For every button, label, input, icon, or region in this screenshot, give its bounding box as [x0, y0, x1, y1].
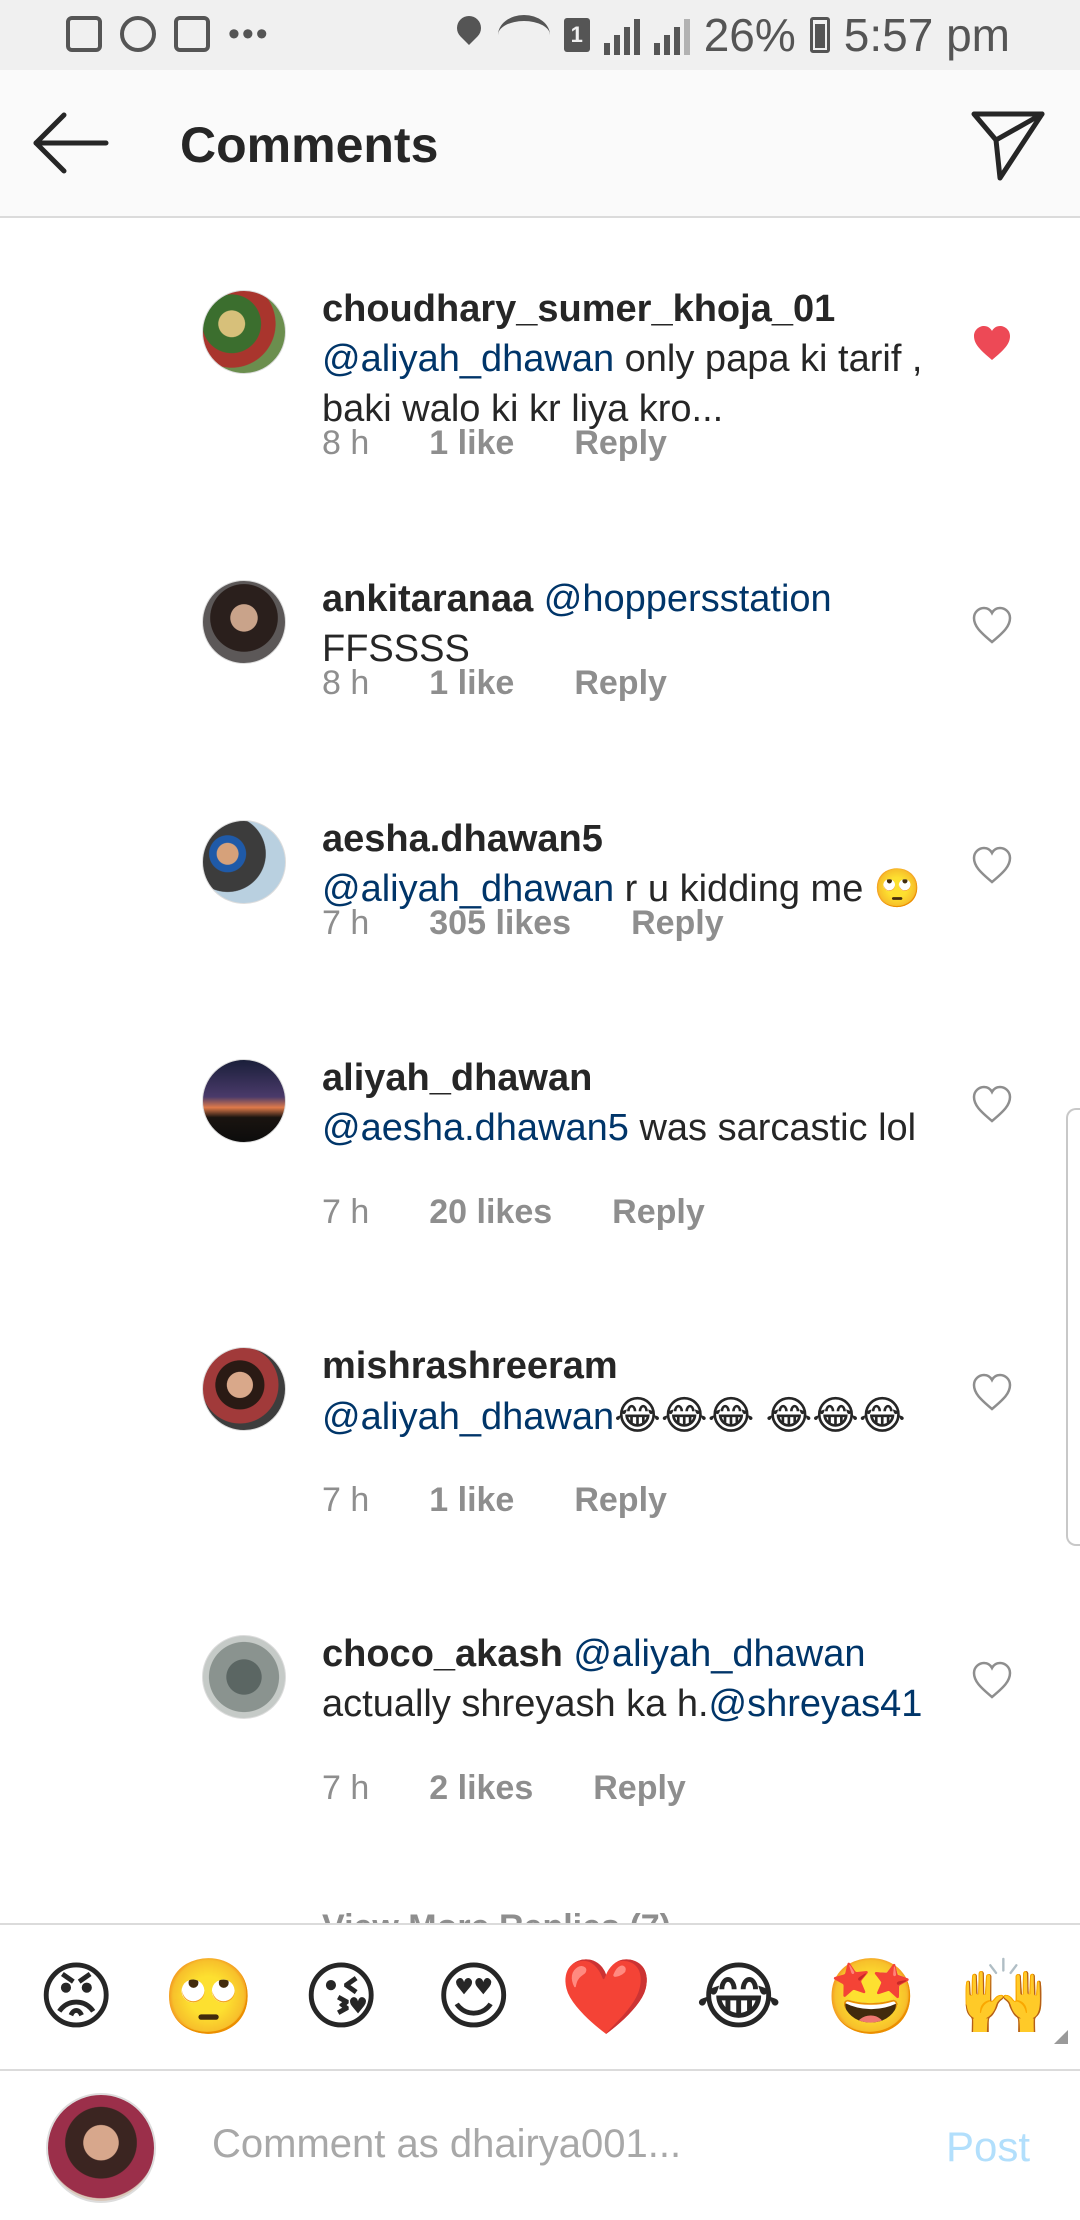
view-more-replies-button[interactable]: View More Replies (7)	[322, 1908, 671, 1923]
clock: 5:57 pm	[843, 9, 1010, 61]
heart-outline-icon[interactable]	[972, 1661, 1012, 1701]
emoji-quick-bar: 😡 🙄 😘 😍 ❤️ 😂 🤩 🙌	[0, 1923, 1080, 2069]
comment-content: was sarcastic lol	[628, 1107, 917, 1149]
avatar[interactable]	[202, 580, 286, 664]
scrollbar[interactable]	[1066, 1108, 1080, 1546]
raised-hands-emoji-button[interactable]: 🙌	[954, 1952, 1054, 2042]
notification-icons: •••	[66, 16, 270, 52]
page-title: Comments	[180, 117, 439, 173]
comment-likes[interactable]: 1 like	[429, 424, 514, 463]
more-notifications-icon: •••	[228, 15, 270, 53]
eye-roll-emoji-button[interactable]: 🙄	[159, 1952, 259, 2042]
comment-meta: 7 h 1 like Reply	[322, 1481, 667, 1520]
whatsapp-icon	[120, 16, 156, 52]
comment-time: 7 h	[322, 1481, 370, 1519]
battery-percent: 26%	[703, 9, 796, 61]
system-icons: 1 26% 5:57 pm	[454, 8, 1010, 62]
comment-mention[interactable]: @hoppersstation	[544, 578, 832, 620]
resize-handle-icon	[1054, 2030, 1068, 2044]
comment-text: aliyah_dhawan @aesha.dhawan5 was sarcast…	[322, 1053, 942, 1153]
battery-icon	[809, 17, 830, 53]
comment-text: ankitaranaa @hoppersstation FFSSSS	[322, 574, 942, 674]
wifi-icon	[497, 15, 550, 55]
gallery-icon	[66, 16, 102, 52]
comment-meta: 7 h 305 likes Reply	[322, 904, 724, 943]
comment-mention[interactable]: @aliyah_dhawan	[322, 338, 614, 380]
comment-username[interactable]: aesha.dhawan5	[322, 818, 603, 860]
comment-time: 7 h	[322, 1769, 370, 1807]
comment-meta: 8 h 1 like Reply	[322, 424, 667, 463]
comment-meta: 7 h 2 likes Reply	[322, 1769, 686, 1808]
comment-username[interactable]: ankitaranaa	[322, 578, 533, 620]
comment-text: mishrashreeram @aliyah_dhawan 😂😂😂 😂😂😂	[322, 1341, 942, 1442]
heart-outline-icon[interactable]	[972, 606, 1012, 646]
direct-send-icon[interactable]	[970, 106, 1046, 182]
heart-eyes-emoji-button[interactable]: 😍	[424, 1952, 524, 2042]
comment-username[interactable]: choco_akash	[322, 1633, 563, 1675]
comment-composer: Post	[0, 2069, 1080, 2220]
heart-filled-icon[interactable]	[972, 324, 1012, 364]
comment-content: actually shreyash ka h.	[322, 1683, 709, 1725]
reply-button[interactable]: Reply	[574, 1481, 667, 1520]
comment-likes[interactable]: 20 likes	[429, 1193, 552, 1232]
avatar[interactable]	[202, 1635, 286, 1719]
comment-meta: 8 h 1 like Reply	[322, 664, 667, 703]
avatar[interactable]	[202, 290, 286, 374]
status-bar: ••• 1 26% 5:57 pm	[0, 0, 1080, 70]
comment-username[interactable]: mishrashreeram	[322, 1345, 618, 1387]
heart-outline-icon[interactable]	[972, 1373, 1012, 1413]
my-avatar	[46, 2093, 156, 2203]
comment-likes[interactable]: 1 like	[429, 664, 514, 703]
comment-input[interactable]	[212, 2109, 892, 2179]
comment-meta: 7 h 20 likes Reply	[322, 1193, 705, 1232]
comments-list[interactable]: choudhary_sumer_khoja_01 @aliyah_dhawan …	[0, 218, 1080, 1923]
comment-time: 8 h	[322, 664, 370, 702]
comment-likes[interactable]: 305 likes	[429, 904, 571, 943]
joy-emoji-button[interactable]: 😂	[689, 1952, 789, 2042]
sim-indicator: 1	[563, 18, 590, 52]
comment-text: choudhary_sumer_khoja_01 @aliyah_dhawan …	[322, 284, 942, 434]
heart-outline-icon[interactable]	[972, 1085, 1012, 1125]
reply-button[interactable]: Reply	[612, 1193, 705, 1232]
comment-likes[interactable]: 1 like	[429, 1481, 514, 1520]
location-icon	[454, 16, 484, 54]
avatar[interactable]	[202, 1059, 286, 1143]
back-arrow-icon[interactable]	[30, 108, 110, 178]
reply-button[interactable]: Reply	[574, 664, 667, 703]
kiss-emoji-button[interactable]: 😘	[291, 1952, 391, 2042]
red-heart-emoji-button[interactable]: ❤️	[556, 1952, 656, 2042]
comment-text: aesha.dhawan5 @aliyah_dhawan r u kidding…	[322, 814, 942, 914]
heart-outline-icon[interactable]	[972, 846, 1012, 886]
avatar[interactable]	[202, 1347, 286, 1431]
comment-username[interactable]: aliyah_dhawan	[322, 1057, 592, 1099]
comment-text: choco_akash @aliyah_dhawan actually shre…	[322, 1629, 942, 1729]
reply-button[interactable]: Reply	[631, 904, 724, 943]
comment-mention[interactable]: @aliyah_dhawan	[322, 1396, 614, 1438]
reply-button[interactable]: Reply	[574, 424, 667, 463]
post-button[interactable]: Post	[946, 2123, 1030, 2171]
comment-content: 😂😂😂 😂😂😂	[614, 1394, 906, 1438]
angry-emoji-button[interactable]: 😡	[26, 1952, 126, 2042]
comment-username[interactable]: choudhary_sumer_khoja_01	[322, 288, 835, 330]
comment-time: 8 h	[322, 424, 370, 462]
reply-button[interactable]: Reply	[593, 1769, 686, 1808]
comment-likes[interactable]: 2 likes	[429, 1769, 533, 1808]
comment-mention-2[interactable]: @shreyas41	[709, 1683, 923, 1725]
avatar[interactable]	[202, 820, 286, 904]
signal-icon	[603, 15, 640, 55]
header: Comments	[0, 70, 1080, 218]
comment-time: 7 h	[322, 1193, 370, 1231]
signal-icon-2	[653, 15, 690, 55]
comment-time: 7 h	[322, 904, 370, 942]
gmail-icon	[174, 16, 210, 52]
comment-mention[interactable]: @aliyah_dhawan	[573, 1633, 865, 1675]
comment-mention[interactable]: @aesha.dhawan5	[322, 1107, 629, 1149]
star-struck-emoji-button[interactable]: 🤩	[821, 1952, 921, 2042]
